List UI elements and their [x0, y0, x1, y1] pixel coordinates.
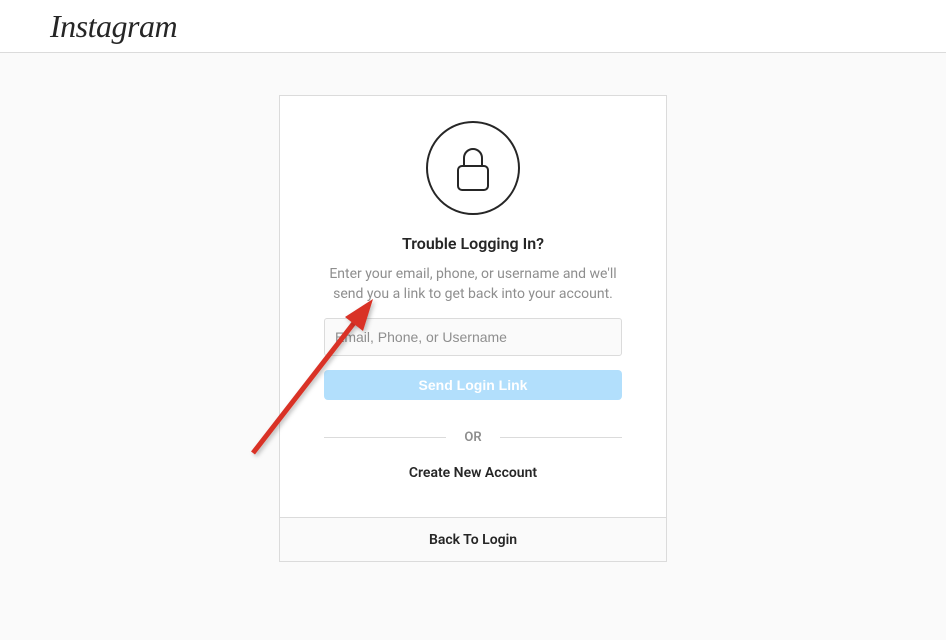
divider-text: OR — [446, 430, 499, 445]
card-body: Trouble Logging In? Enter your email, ph… — [280, 96, 666, 517]
login-help-card: Trouble Logging In? Enter your email, ph… — [279, 95, 667, 562]
page-description: Enter your email, phone, or username and… — [324, 265, 622, 304]
divider-line-right — [500, 437, 622, 438]
lock-icon — [425, 120, 521, 220]
instagram-logo[interactable]: Instagram — [50, 8, 177, 45]
divider-line-left — [324, 437, 446, 438]
back-to-login-link[interactable]: Back To Login — [429, 532, 517, 548]
identifier-input[interactable] — [324, 318, 622, 356]
main-area: Trouble Logging In? Enter your email, ph… — [0, 53, 946, 562]
page-title: Trouble Logging In? — [402, 234, 544, 253]
divider: OR — [324, 430, 622, 445]
card-footer: Back To Login — [280, 517, 666, 561]
send-login-link-button[interactable]: Send Login Link — [324, 370, 622, 400]
create-account-link[interactable]: Create New Account — [409, 465, 537, 481]
header-bar: Instagram — [0, 0, 946, 53]
